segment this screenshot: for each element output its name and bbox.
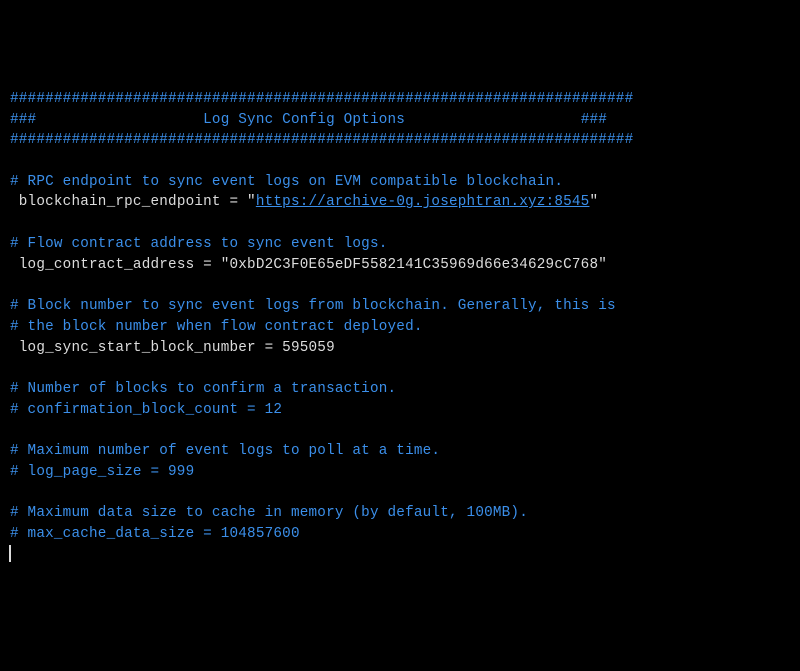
- confirmation-block-comment: # Number of blocks to confirm a transact…: [10, 381, 396, 397]
- page-size-line: # log_page_size = 999: [10, 464, 194, 480]
- rpc-endpoint-eq: = ": [221, 194, 256, 210]
- contract-address-line: log_contract_address = "0xbD2C3F0E65eDF5…: [19, 257, 607, 273]
- header-bar-top: ########################################…: [10, 91, 633, 107]
- contract-address-comment: # Flow contract address to sync event lo…: [10, 236, 388, 252]
- confirmation-block-line: # confirmation_block_count = 12: [10, 402, 282, 418]
- header-bar-bottom: ########################################…: [10, 132, 633, 148]
- start-block-line: log_sync_start_block_number = 595059: [19, 340, 335, 356]
- page-size-comment: # Maximum number of event logs to poll a…: [10, 443, 440, 459]
- rpc-endpoint-close: ": [589, 194, 598, 210]
- header-title-left: ###: [10, 112, 36, 128]
- header-title-right: ###: [581, 112, 607, 128]
- cache-size-comment: # Maximum data size to cache in memory (…: [10, 505, 528, 521]
- rpc-endpoint-comment: # RPC endpoint to sync event logs on EVM…: [10, 174, 563, 190]
- header-title: Log Sync Config Options: [36, 112, 580, 128]
- start-block-comment-1: # Block number to sync event logs from b…: [10, 298, 616, 314]
- cache-size-line: # max_cache_data_size = 104857600: [10, 526, 300, 542]
- cursor: [9, 545, 11, 562]
- rpc-endpoint-value[interactable]: https://archive-0g.josephtran.xyz:8545: [256, 194, 590, 210]
- config-file: ########################################…: [10, 89, 790, 568]
- start-block-comment-2: # the block number when flow contract de…: [10, 319, 423, 335]
- rpc-endpoint-key: blockchain_rpc_endpoint: [19, 194, 221, 210]
